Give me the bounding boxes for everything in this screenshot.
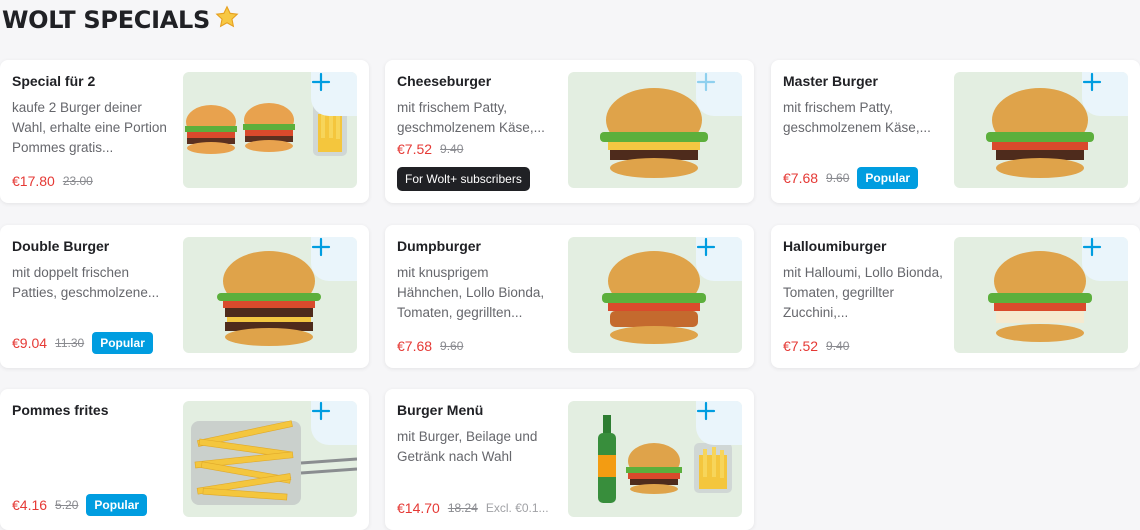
popular-badge: Popular (857, 167, 919, 189)
plus-icon (1082, 237, 1102, 257)
item-name: Burger Menü (397, 402, 484, 418)
item-description: mit Burger, Beilage und Getränk nach Wah… (397, 429, 538, 464)
item-old-price: 9.60 (440, 339, 464, 353)
item-price: €17.80 (12, 173, 55, 189)
add-to-cart-button[interactable] (696, 72, 742, 116)
add-to-cart-button[interactable] (1082, 237, 1128, 281)
plus-icon (696, 401, 716, 421)
plus-icon (1082, 72, 1102, 92)
item-name: Double Burger (12, 238, 110, 254)
plus-icon (696, 72, 716, 92)
item-price: €14.70 (397, 500, 440, 516)
item-old-price: 9.60 (826, 171, 850, 185)
item-old-price: 5.20 (55, 498, 79, 512)
item-name: Halloumiburger (783, 238, 887, 254)
item-old-price: 11.30 (55, 336, 85, 350)
menu-item-card[interactable]: Pommes frites €4.16 5.20 Popular (0, 389, 369, 530)
item-description: mit knusprigem Hähnchen, Lollo Bionda, T… (397, 265, 545, 320)
wolt-plus-badge: For Wolt+ subscribers (397, 167, 530, 191)
item-price: €4.16 (12, 497, 48, 513)
add-to-cart-button[interactable] (311, 401, 357, 445)
item-image[interactable] (183, 237, 357, 353)
item-description: mit doppelt frischen Patties, geschmolze… (12, 265, 160, 300)
item-price: €9.04 (12, 335, 48, 351)
item-name: Cheeseburger (397, 73, 492, 89)
menu-item-card[interactable]: Dumpburger mit knusprigem Hähnchen, Loll… (385, 225, 754, 368)
item-image[interactable] (954, 72, 1128, 188)
menu-item-card[interactable]: Cheeseburger mit frischem Patty, geschmo… (385, 60, 754, 203)
item-price: €7.68 (397, 338, 433, 354)
section-title-text: WOLT SPECIALS (2, 6, 210, 34)
item-image[interactable] (568, 237, 742, 353)
item-old-price: 23.00 (62, 174, 93, 188)
item-price: €7.52 (783, 338, 819, 354)
item-image[interactable] (954, 237, 1128, 353)
item-description: mit frischem Patty, geschmolzenem Käse,.… (783, 100, 931, 135)
item-old-price: 9.40 (440, 142, 464, 156)
item-deposit-note: Excl. €0.1... (485, 501, 549, 515)
add-to-cart-button[interactable] (1082, 72, 1128, 116)
popular-badge: Popular (92, 332, 153, 354)
menu-item-card[interactable]: Burger Menü mit Burger, Beilage und Getr… (385, 389, 754, 530)
section-title: WOLT SPECIALS (2, 4, 240, 36)
menu-item-card[interactable]: Special für 2 kaufe 2 Burger deiner Wahl… (0, 60, 369, 203)
menu-item-card[interactable]: Halloumiburger mit Halloumi, Lollo Biond… (771, 225, 1140, 368)
plus-icon (311, 72, 331, 92)
item-name: Pommes frites (12, 402, 109, 418)
star-icon (214, 4, 240, 36)
item-name: Special für 2 (12, 73, 96, 89)
add-to-cart-button[interactable] (696, 237, 742, 281)
item-old-price: 9.40 (826, 339, 850, 353)
plus-icon (696, 237, 716, 257)
item-image[interactable] (183, 72, 357, 188)
add-to-cart-button[interactable] (311, 237, 357, 281)
item-image[interactable] (568, 401, 742, 517)
item-description: kaufe 2 Burger deiner Wahl, erhalte eine… (12, 100, 167, 155)
item-description: mit frischem Patty, geschmolzenem Käse,.… (397, 100, 545, 135)
add-to-cart-button[interactable] (696, 401, 742, 445)
add-to-cart-button[interactable] (311, 72, 357, 116)
item-name: Dumpburger (397, 238, 481, 254)
item-name: Master Burger (783, 73, 878, 89)
popular-badge: Popular (86, 494, 148, 516)
item-old-price: 18.24 (447, 501, 478, 515)
item-price: €7.52 (397, 141, 433, 157)
item-image[interactable] (568, 72, 742, 188)
item-price: €7.68 (783, 170, 819, 186)
menu-item-card[interactable]: Master Burger mit frischem Patty, geschm… (771, 60, 1140, 203)
plus-icon (311, 401, 331, 421)
item-image[interactable] (183, 401, 357, 517)
item-description: mit Halloumi, Lollo Bionda, Tomaten, geg… (783, 265, 943, 320)
plus-icon (311, 237, 331, 257)
menu-item-card[interactable]: Double Burger mit doppelt frischen Patti… (0, 225, 369, 368)
